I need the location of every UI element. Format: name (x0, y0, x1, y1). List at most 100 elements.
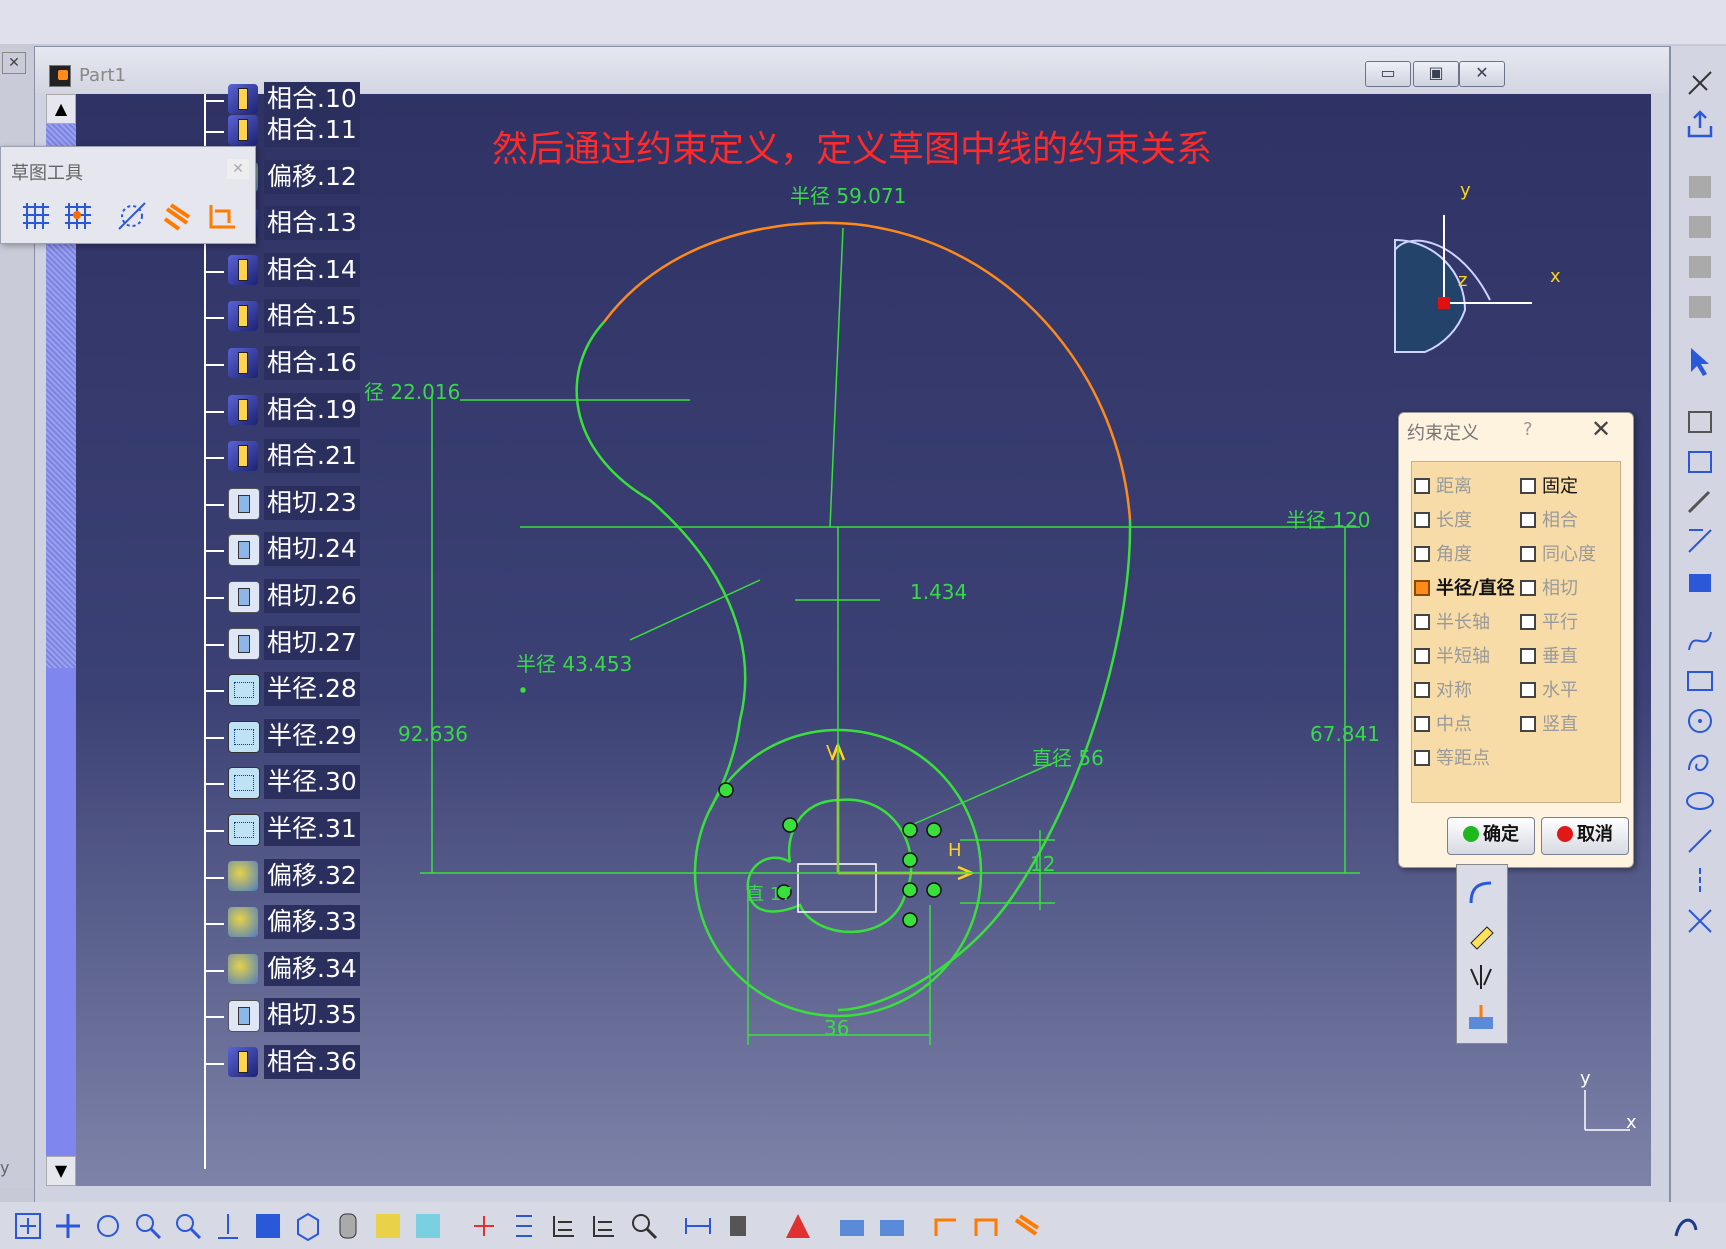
tree-item[interactable]: 偏移.33 (204, 903, 374, 943)
measure-icon[interactable] (508, 1210, 540, 1242)
view-icon[interactable] (1683, 250, 1717, 284)
project-3d-icon[interactable] (1465, 1003, 1497, 1035)
constraint-option[interactable]: 等距点 (1414, 744, 1490, 770)
rectangle-icon[interactable] (1683, 664, 1717, 698)
tree-item[interactable]: 偏移.32 (204, 857, 374, 897)
tree-item[interactable]: 相切.23 (204, 484, 374, 524)
constraint-option[interactable]: 垂直 (1520, 642, 1578, 668)
dim-92[interactable]: 92.636 (398, 722, 468, 746)
dim-radius-22[interactable]: 径 22.016 (364, 376, 460, 405)
dim-67[interactable]: 67.841 (1310, 722, 1380, 746)
dim-radius-43[interactable]: 半径 43.453 (516, 648, 632, 677)
curve-icon[interactable] (1683, 744, 1717, 778)
constraint-option[interactable]: 平行 (1520, 608, 1578, 634)
tree-item[interactable]: 相合.14 (204, 251, 374, 291)
render-style-icon[interactable] (332, 1210, 364, 1242)
zoom-out-icon[interactable] (172, 1210, 204, 1242)
checkbox[interactable] (1414, 648, 1430, 664)
checkbox[interactable] (1520, 682, 1536, 698)
pocket-icon[interactable] (876, 1210, 908, 1242)
tree-item[interactable]: 相合.19 (204, 391, 374, 431)
hide-show-icon[interactable] (372, 1210, 404, 1242)
constraint-option[interactable]: 距离 (1414, 472, 1472, 498)
dim-36[interactable]: 36 (824, 1016, 849, 1040)
construction-element-icon[interactable] (115, 199, 149, 233)
sketch-tools-toolbar[interactable]: 草图工具 ✕ (0, 146, 256, 244)
constraint-option[interactable]: 角度 (1414, 540, 1472, 566)
multi-view-icon[interactable] (252, 1210, 284, 1242)
apply-material-icon[interactable] (782, 1210, 814, 1242)
constraint-option[interactable]: 半径/直径 (1414, 574, 1515, 600)
axis-line-icon[interactable] (1683, 864, 1717, 898)
mirror-icon[interactable] (1465, 961, 1497, 993)
checkbox[interactable] (1520, 716, 1536, 732)
constraint-option[interactable]: 半长轴 (1414, 608, 1490, 634)
view-icon[interactable] (1683, 290, 1717, 324)
constraint-icon[interactable] (1683, 524, 1717, 558)
constraint-option[interactable]: 相切 (1520, 574, 1578, 600)
constraint-option[interactable]: 相合 (1520, 506, 1578, 532)
normal-view-icon[interactable] (212, 1210, 244, 1242)
dialog-close-button[interactable]: ✕ (1591, 415, 1611, 443)
cancel-button[interactable]: 取消 (1541, 817, 1629, 855)
tree-item[interactable]: 半径.30 (204, 763, 374, 803)
tree-item[interactable]: 相合.16 (204, 344, 374, 384)
tree-item[interactable]: 相合.36 (204, 1043, 374, 1083)
checkbox[interactable] (1414, 478, 1430, 494)
tree-item[interactable]: 半径.29 (204, 717, 374, 757)
constraint-option[interactable]: 半短轴 (1414, 642, 1490, 668)
tree-item[interactable]: 半径.28 (204, 670, 374, 710)
dim-radius-120[interactable]: 半径 120 (1286, 504, 1371, 533)
constraint-option[interactable]: 中点 (1414, 710, 1472, 736)
dim-diameter-17[interactable]: 直 17 (746, 880, 793, 906)
profile-icon[interactable] (1683, 404, 1717, 438)
tree-item[interactable]: 相切.26 (204, 577, 374, 617)
tree-expand-icon[interactable] (588, 1210, 620, 1242)
sketch-analysis-icon[interactable] (1683, 444, 1717, 478)
checkbox[interactable] (1520, 546, 1536, 562)
auto-constraint-icon[interactable] (970, 1210, 1002, 1242)
tree-item[interactable]: 偏移.34 (204, 950, 374, 990)
constraint-option[interactable]: 长度 (1414, 506, 1472, 532)
constraint-tool-icon[interactable] (930, 1210, 962, 1242)
constraint-option[interactable]: 水平 (1520, 676, 1578, 702)
search-icon[interactable] (628, 1210, 660, 1242)
constraint-option[interactable]: 固定 (1520, 472, 1578, 498)
constraint-option[interactable]: 同心度 (1520, 540, 1596, 566)
dim-diameter-56[interactable]: 直径 56 (1032, 742, 1104, 771)
tree-item[interactable]: 相切.35 (204, 996, 374, 1036)
left-profile-curve[interactable] (575, 321, 747, 811)
constraint-option[interactable]: 对称 (1414, 676, 1472, 702)
checkbox[interactable] (1414, 614, 1430, 630)
select-cursor-icon[interactable] (1683, 344, 1717, 378)
corner-icon[interactable] (1465, 877, 1497, 909)
checkbox[interactable] (1520, 478, 1536, 494)
dialog-help-button[interactable]: ? (1523, 419, 1533, 440)
checkbox[interactable] (1520, 648, 1536, 664)
checkbox[interactable] (1414, 512, 1430, 528)
dim-12[interactable]: 12 (1030, 852, 1055, 876)
sketch-tools-close-button[interactable]: ✕ (227, 159, 249, 179)
tree-item[interactable]: 相切.24 (204, 530, 374, 570)
sketch-tools-header[interactable]: 草图工具 ✕ (1, 147, 255, 191)
tree-item[interactable]: 相合.11 (204, 111, 374, 151)
tree-item[interactable]: 相合.15 (204, 297, 374, 337)
tree-view-icon[interactable] (548, 1210, 580, 1242)
animate-constraint-icon[interactable] (1010, 1210, 1042, 1242)
axis-icon[interactable] (1683, 564, 1717, 598)
checkbox[interactable] (1520, 512, 1536, 528)
exit-workbench-icon[interactable] (1683, 108, 1717, 142)
view-icon[interactable] (1683, 210, 1717, 244)
tree-item[interactable]: 半径.31 (204, 810, 374, 850)
zoom-in-icon[interactable] (132, 1210, 164, 1242)
trim-icon[interactable] (1465, 919, 1497, 951)
checkbox[interactable] (1414, 716, 1430, 732)
checkbox[interactable] (1414, 682, 1430, 698)
dimension-measure-icon[interactable] (682, 1210, 714, 1242)
checkbox[interactable] (1520, 580, 1536, 596)
pad-icon[interactable] (836, 1210, 868, 1242)
circle-icon[interactable] (1683, 704, 1717, 738)
checkbox[interactable] (1414, 580, 1430, 596)
constraint-option[interactable]: 竖直 (1520, 710, 1578, 736)
geometric-constraints-icon[interactable] (161, 199, 195, 233)
